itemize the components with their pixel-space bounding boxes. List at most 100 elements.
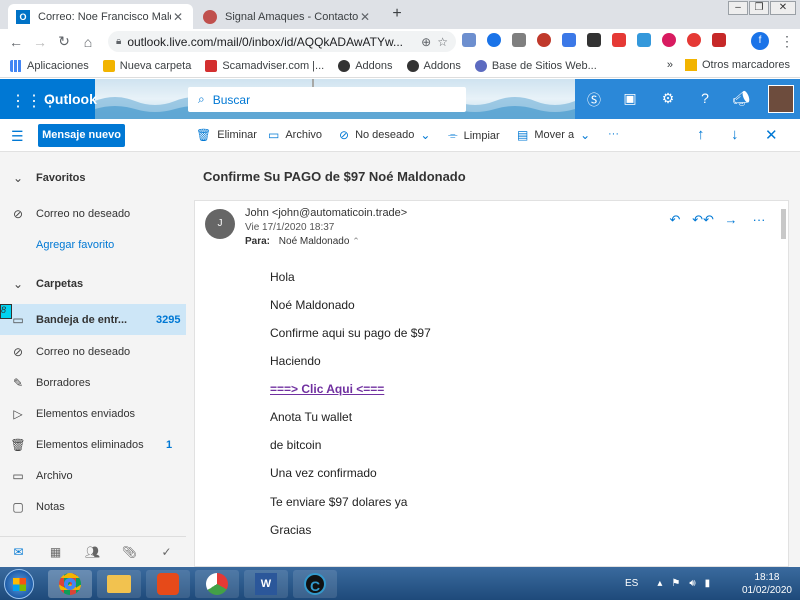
user-avatar[interactable] — [768, 85, 794, 113]
clock[interactable]: 18:18 01/02/2020 — [742, 571, 792, 597]
reload-icon[interactable]: ↻ — [52, 33, 76, 50]
favorite-item-junk[interactable]: ⊘ Correo no deseado — [0, 198, 186, 229]
bookmark-apps[interactable]: Aplicaciones — [10, 59, 89, 72]
help-icon[interactable]: ? — [696, 90, 714, 106]
favorites-header[interactable]: ⌄ Favoritos — [0, 162, 186, 193]
calendar-icon[interactable]: ▦ — [37, 545, 74, 559]
taskbar-explorer[interactable] — [97, 570, 141, 598]
address-bar[interactable]: 🔒︎ outlook.live.com/mail/0/inbox/id/AQQk… — [108, 31, 456, 52]
extension-icon[interactable] — [462, 33, 476, 47]
extension-icon[interactable] — [587, 33, 601, 47]
more-actions-icon[interactable]: ··· — [745, 212, 773, 228]
archive-button[interactable]: ▭ Archivo — [268, 128, 322, 142]
taskbar-app-multi[interactable] — [195, 570, 239, 598]
home-icon[interactable]: ⌂ — [76, 34, 100, 50]
tab-signal[interactable]: Signal Amaques - Contacto y ave ✕ — [195, 4, 380, 29]
start-button[interactable] — [4, 569, 34, 599]
extension-icon[interactable] — [612, 33, 626, 47]
scrollbar[interactable] — [781, 209, 786, 239]
taskbar-app-red[interactable] — [146, 570, 190, 598]
extension-icon[interactable] — [662, 33, 676, 47]
tray-expand-icon[interactable]: ▴ — [657, 578, 662, 589]
bookmark-folder[interactable]: Nueva carpeta — [102, 59, 191, 72]
sidebar-item-junk[interactable]: ⊘ Correo no deseado — [0, 336, 186, 367]
more-commands-button[interactable]: ··· — [608, 128, 619, 140]
delete-button[interactable]: 🗑︎ Eliminar — [196, 128, 257, 142]
extension-icon[interactable] — [687, 33, 701, 47]
taskbar-word[interactable]: W — [244, 570, 288, 598]
chrome-menu-icon[interactable]: ⋮ — [780, 33, 794, 50]
volume-icon[interactable]: 🔊︎ — [689, 578, 695, 589]
profile-avatar[interactable]: f — [751, 32, 769, 50]
close-reading-icon[interactable]: ✕ — [765, 126, 778, 144]
whats-new-icon[interactable]: 📣︎ — [732, 90, 750, 107]
extension-icon[interactable] — [637, 33, 651, 47]
outlook-brand[interactable]: Outlook — [44, 91, 97, 107]
extension-icon[interactable] — [562, 33, 576, 47]
junk-button[interactable]: ⊘ No deseado ⌄ — [339, 128, 436, 142]
flag-icon[interactable]: ⚑ — [671, 578, 680, 589]
restore-icon[interactable]: ❐ — [749, 1, 769, 15]
chrome-icon — [59, 573, 81, 595]
mail-icon[interactable]: ✉ — [0, 545, 37, 559]
minimize-icon[interactable]: – — [728, 1, 748, 15]
new-tab-button[interactable]: + — [386, 5, 408, 27]
bookmark-star-icon[interactable]: ☆ — [437, 35, 448, 49]
other-bookmarks[interactable]: » Otros marcadores — [667, 59, 790, 71]
previous-message-icon[interactable]: ↑ — [697, 126, 705, 143]
sidebar-item-deleted[interactable]: 🗑︎ Elementos eliminados 1 — [0, 429, 186, 460]
next-message-icon[interactable]: ↓ — [731, 126, 739, 143]
recipient-name[interactable]: Noé Maldonado — [279, 236, 350, 247]
chevron-up-icon[interactable]: ⌃ — [352, 236, 360, 246]
people-icon[interactable]: 👥︎ — [74, 545, 111, 559]
forward-icon[interactable]: → — [28, 34, 52, 50]
sender-address[interactable]: John <john@automaticoin.trade> — [245, 207, 407, 219]
close-icon[interactable]: ✕ — [358, 10, 372, 24]
bookmark-scamadviser[interactable]: Scamadviser.com |... — [205, 59, 324, 72]
send-icon: ▷ — [13, 406, 23, 421]
taskbar-app-c[interactable]: C — [293, 570, 337, 598]
move-button[interactable]: ▤ Mover a ⌄ — [517, 128, 596, 142]
broom-icon: ⌯ — [448, 128, 458, 142]
search-input[interactable]: ⌕ Buscar — [188, 87, 466, 112]
tab-outlook[interactable]: O Correo: Noe Francisco Maldonado ✕ — [8, 4, 193, 29]
reply-icon[interactable]: ↶ — [661, 212, 689, 228]
new-message-button[interactable]: Mensaje nuevo — [38, 124, 125, 147]
phishing-link[interactable]: ===> Clic Aqui <=== — [270, 382, 384, 396]
sidebar-item-drafts[interactable]: ✎ Borradores — [0, 367, 186, 398]
extension-icon[interactable] — [512, 33, 526, 47]
hamburger-menu-icon[interactable]: ☰ — [11, 128, 24, 145]
sidebar-item-archive[interactable]: ▭ Archivo — [0, 460, 186, 491]
sidebar-item-sent[interactable]: ▷ Elementos enviados — [0, 398, 186, 429]
close-window-icon[interactable]: ✕ — [770, 1, 796, 15]
network-icon[interactable]: ▮ — [705, 578, 711, 589]
sender-avatar[interactable]: J — [205, 209, 235, 239]
todo-check-icon[interactable]: ✓ — [148, 545, 185, 559]
bookmark-base-sitios[interactable]: Base de Sitios Web... — [474, 59, 597, 72]
sidebar-item-inbox[interactable]: 8 ▭ Bandeja de entr... 3295 — [0, 304, 186, 335]
message-actions: ↶ ↶↶ → ··· — [661, 212, 773, 228]
skype-icon[interactable]: Ⓢ — [585, 90, 603, 110]
extension-icon[interactable] — [712, 33, 726, 47]
extension-icon[interactable] — [487, 33, 501, 47]
my-day-icon[interactable]: ▣ — [621, 90, 639, 107]
settings-gear-icon[interactable]: ⚙ — [659, 90, 677, 107]
extension-icon[interactable] — [537, 33, 551, 47]
bookmark-addons[interactable]: Addons — [338, 59, 393, 72]
attachment-icon[interactable]: 📎︎ — [111, 545, 148, 559]
close-icon[interactable]: ✕ — [171, 10, 185, 24]
taskbar-chrome[interactable] — [48, 570, 92, 598]
sidebar-item-notes[interactable]: ▢ Notas — [0, 491, 186, 522]
forward-icon[interactable]: → — [717, 212, 745, 228]
sweep-button[interactable]: ⌯ Limpiar — [448, 128, 500, 143]
body-line: Confirme aqui su pago de $97 — [270, 326, 431, 340]
bookmarks-overflow-icon[interactable]: » — [667, 59, 673, 71]
body-line: Haciendo — [270, 354, 321, 368]
add-favorite-link[interactable]: Agregar favorito — [0, 229, 186, 260]
language-indicator[interactable]: ES — [625, 578, 638, 589]
back-icon[interactable]: ← — [4, 34, 28, 50]
zoom-icon[interactable]: ⊕ — [421, 35, 431, 49]
bookmark-addons-2[interactable]: Addons — [406, 59, 461, 72]
folders-header[interactable]: ⌄ Carpetas — [0, 268, 186, 299]
reply-all-icon[interactable]: ↶↶ — [689, 212, 717, 228]
